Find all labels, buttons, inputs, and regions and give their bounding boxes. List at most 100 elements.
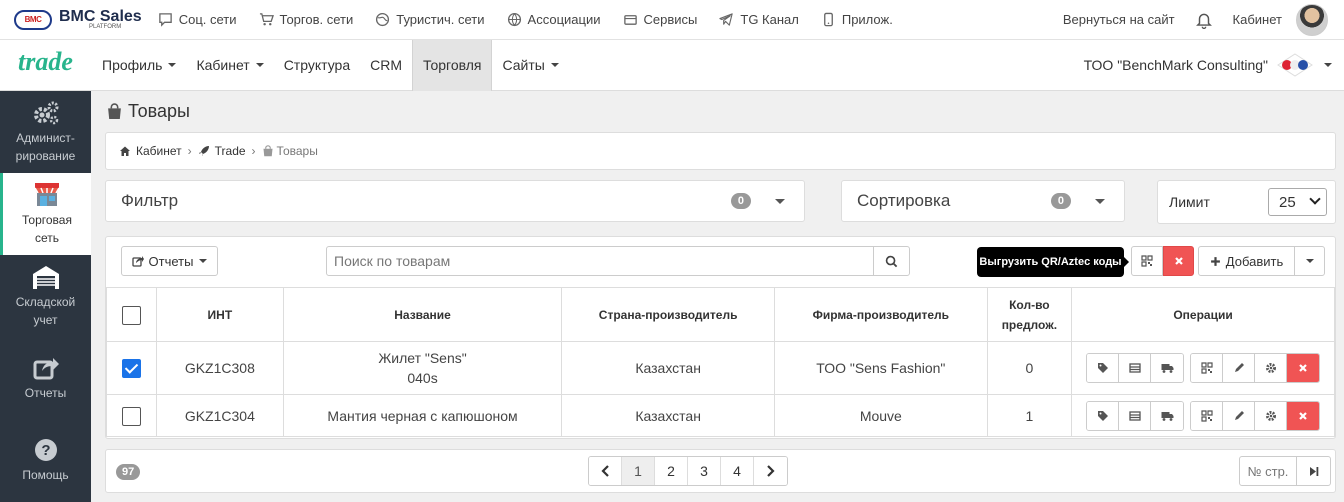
topnav-label: Соц. сети: [178, 12, 237, 27]
page-button[interactable]: 1: [622, 457, 655, 485]
table-row[interactable]: GKZ1C304 Мантия черная с капюшоном Казах…: [106, 394, 1335, 437]
store-icon: [34, 183, 60, 206]
globe-icon: [376, 12, 390, 27]
sorting-panel[interactable]: Сортировка 0: [841, 180, 1125, 222]
list-button[interactable]: [1119, 354, 1152, 382]
topnav-label: Торгов. сети: [279, 12, 354, 27]
pencil-icon: [1234, 363, 1244, 372]
rocket-icon: [198, 146, 209, 156]
back-to-site-link[interactable]: Вернуться на сайт: [1063, 12, 1175, 27]
sidebar-item-trade-network[interactable]: Торговая сеть: [0, 173, 91, 255]
search-input[interactable]: [326, 246, 874, 276]
sidebar-item-reports[interactable]: Отчеты: [0, 337, 91, 419]
clear-selection-button[interactable]: [1163, 246, 1194, 276]
list-button[interactable]: [1119, 401, 1152, 430]
qr-button[interactable]: [1191, 354, 1224, 382]
avatar[interactable]: [1296, 3, 1328, 36]
close-icon: [1299, 411, 1307, 420]
gears-icon: [33, 101, 58, 125]
nav-trade[interactable]: Торговля: [412, 39, 493, 91]
column-header[interactable]: Фирма-производитель: [773, 287, 988, 342]
export-qr-button[interactable]: [1131, 246, 1163, 276]
page-title: Товары: [106, 101, 190, 122]
nav-structure[interactable]: Структура: [274, 40, 360, 91]
nav-label: Профиль: [102, 57, 163, 73]
row-checkbox[interactable]: [121, 359, 141, 379]
topnav-apps[interactable]: Прилож.: [821, 12, 893, 27]
delivery-button[interactable]: [1151, 354, 1184, 382]
chat-icon: [158, 13, 172, 27]
column-header[interactable]: Название: [282, 287, 563, 342]
table-row[interactable]: GKZ1C308 Жилет "Sens" 040s Казахстан ТОО …: [106, 341, 1335, 395]
column-header[interactable]: ИНТ: [155, 287, 284, 342]
breadcrumb-trade[interactable]: Trade: [215, 144, 246, 158]
sidebar-label: Помощь: [22, 468, 69, 482]
brand[interactable]: BMC BMC Sales PLATFORM: [14, 9, 142, 30]
breadcrumb-separator: ›: [251, 144, 256, 158]
company-selector[interactable]: ТОО "BenchMark Consulting": [1084, 53, 1344, 77]
sidebar-item-help[interactable]: ? Помощь: [0, 419, 91, 501]
page-button[interactable]: 4: [721, 457, 754, 485]
nav-cabinet[interactable]: Кабинет: [186, 40, 273, 91]
topnav-telegram[interactable]: TG Канал: [719, 12, 799, 27]
nav-label: Сайты: [502, 57, 545, 73]
cabinet-link[interactable]: Кабинет: [1233, 12, 1282, 27]
select-all-checkbox[interactable]: [121, 305, 141, 325]
settings-button[interactable]: [1255, 401, 1288, 430]
sidebar-item-administration[interactable]: Админист-рирование: [0, 91, 91, 173]
go-to-page-button[interactable]: [1297, 457, 1330, 485]
page-number-input[interactable]: № стр.: [1240, 457, 1297, 485]
prev-page-button[interactable]: [589, 457, 622, 485]
bell-icon[interactable]: [1195, 11, 1213, 29]
page-button[interactable]: 3: [688, 457, 721, 485]
reports-button[interactable]: Отчеты: [121, 246, 218, 276]
truck-icon: [1161, 411, 1174, 421]
add-dropdown-button[interactable]: [1294, 246, 1325, 276]
filter-panel[interactable]: Фильтр 0: [105, 180, 805, 222]
topnav-tourism[interactable]: Туристич. сети: [375, 12, 485, 27]
column-header[interactable]: Кол-во предлож.: [986, 287, 1073, 342]
edit-button[interactable]: [1223, 401, 1256, 430]
tag-button[interactable]: [1087, 401, 1120, 430]
topnav-social[interactable]: Соц. сети: [158, 12, 237, 27]
limit-select[interactable]: 25: [1268, 188, 1327, 216]
sorting-count-badge: 0: [1050, 193, 1071, 209]
brand-name: BMC Sales: [59, 8, 142, 25]
nav-profile[interactable]: Профиль: [92, 40, 186, 91]
caret-down-icon: [775, 198, 785, 204]
delete-button[interactable]: [1287, 354, 1320, 382]
topnav-label: Сервисы: [643, 12, 698, 27]
box-icon: [623, 15, 637, 25]
delete-button[interactable]: [1287, 401, 1320, 430]
topnav-services[interactable]: Сервисы: [623, 12, 698, 27]
edit-button[interactable]: [1223, 354, 1256, 382]
qr-button[interactable]: [1191, 401, 1224, 430]
next-page-button[interactable]: [754, 457, 787, 485]
share-icon: [33, 358, 59, 380]
search-button[interactable]: [873, 246, 910, 276]
breadcrumb-cabinet[interactable]: Кабинет: [136, 144, 182, 158]
pagination: 1 2 3 4: [588, 456, 788, 486]
row-actions-group: [1086, 353, 1185, 383]
tag-button[interactable]: [1087, 354, 1120, 382]
name-line: Жилет "Sens": [378, 350, 467, 366]
cell-code: GKZ1C304: [155, 394, 284, 437]
trade-logo[interactable]: trade: [0, 47, 91, 77]
topnav-trade[interactable]: Торгов. сети: [259, 12, 354, 27]
page-jump: № стр.: [1239, 456, 1331, 486]
limit-value: 25: [1279, 193, 1296, 211]
page-button[interactable]: 2: [655, 457, 688, 485]
delivery-button[interactable]: [1151, 401, 1184, 430]
topnav-associations[interactable]: Ассоциации: [507, 12, 601, 27]
limit-label: Лимит: [1169, 194, 1210, 210]
add-button[interactable]: Добавить: [1198, 246, 1295, 276]
secondary-nav-bar: trade Профиль Кабинет Структура CRM Торг…: [0, 39, 1344, 91]
row-checkbox[interactable]: [121, 406, 141, 426]
name-line: 040s: [407, 370, 438, 386]
limit-panel: Лимит 25: [1157, 180, 1336, 224]
column-header[interactable]: Страна-производитель: [561, 287, 775, 342]
nav-sites[interactable]: Сайты: [492, 40, 568, 91]
sidebar-item-warehouse[interactable]: Складской учет: [0, 255, 91, 337]
nav-crm[interactable]: CRM: [360, 40, 412, 91]
settings-button[interactable]: [1255, 354, 1288, 382]
